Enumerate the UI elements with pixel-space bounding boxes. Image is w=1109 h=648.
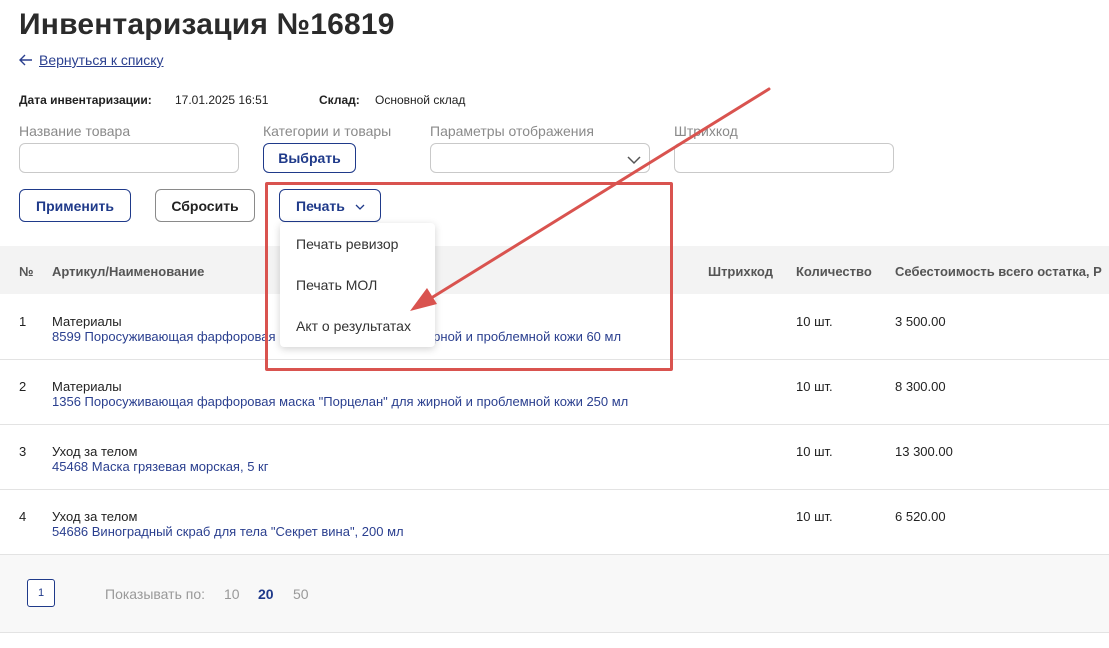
table-header: № Артикул/Наименование Штрихкод Количест… — [0, 246, 1109, 294]
back-link[interactable]: Вернуться к списку — [19, 52, 164, 68]
row-quantity: 10 шт. — [796, 509, 833, 524]
chevron-down-icon — [355, 198, 365, 214]
row-cost: 6 520.00 — [895, 509, 946, 524]
menu-item-print-auditor[interactable]: Печать ревизор — [296, 236, 398, 252]
row-category: Материалы — [52, 379, 122, 394]
reset-button[interactable]: Сбросить — [155, 189, 255, 222]
menu-item-print-mol[interactable]: Печать МОЛ — [296, 277, 377, 293]
per-page-option-50[interactable]: 50 — [293, 586, 309, 602]
barcode-label: Штрихкод — [674, 123, 738, 139]
warehouse-value: Основной склад — [375, 93, 466, 107]
chevron-down-icon — [627, 152, 641, 170]
date-label: Дата инвентаризации: — [19, 93, 152, 107]
apply-button[interactable]: Применить — [19, 189, 131, 222]
row-cost: 3 500.00 — [895, 314, 946, 329]
table-row: 4 Уход за телом 54686 Виноградный скраб … — [0, 490, 1109, 555]
categories-label: Категории и товары — [263, 123, 392, 139]
print-dropdown-menu: Печать ревизор Печать МОЛ Акт о результа… — [280, 223, 435, 347]
row-category: Материалы — [52, 314, 122, 329]
select-categories-button[interactable]: Выбрать — [263, 143, 356, 173]
back-arrow-icon — [19, 54, 33, 66]
warehouse-label: Склад: — [319, 93, 360, 107]
row-product-link[interactable]: 45468 Маска грязевая морская, 5 кг — [52, 459, 268, 474]
per-page-option-10[interactable]: 10 — [224, 586, 240, 602]
print-button-label: Печать — [296, 197, 345, 214]
display-params-label: Параметры отображения — [430, 123, 594, 139]
row-cost: 8 300.00 — [895, 379, 946, 394]
menu-item-results-act[interactable]: Акт о результатах — [296, 318, 411, 334]
display-params-select[interactable] — [430, 143, 650, 173]
row-category: Уход за телом — [52, 509, 138, 524]
row-product-link[interactable]: 1356 Поросуживающая фарфоровая маска "По… — [52, 394, 628, 409]
row-num: 2 — [19, 379, 27, 394]
back-link-label[interactable]: Вернуться к списку — [39, 52, 164, 68]
column-cost[interactable]: Себестоимость всего остатка, Р — [895, 264, 1102, 279]
row-quantity: 10 шт. — [796, 314, 833, 329]
row-category: Уход за телом — [52, 444, 138, 459]
per-page-label: Показывать по: — [105, 586, 206, 602]
date-value: 17.01.2025 16:51 — [175, 93, 269, 107]
column-num: № — [19, 264, 34, 279]
print-button[interactable]: Печать — [279, 189, 381, 222]
column-barcode[interactable]: Штрихкод — [708, 264, 773, 279]
product-name-label: Название товара — [19, 123, 131, 139]
row-num: 1 — [19, 314, 27, 329]
page-button-current[interactable]: 1 — [27, 579, 55, 607]
column-article[interactable]: Артикул/Наименование — [52, 264, 204, 279]
page-title: Инвентаризация №16819 — [19, 8, 395, 41]
row-num: 4 — [19, 509, 27, 524]
row-product-link[interactable]: 54686 Виноградный скраб для тела "Секрет… — [52, 524, 404, 539]
row-quantity: 10 шт. — [796, 379, 833, 394]
row-cost: 13 300.00 — [895, 444, 953, 459]
row-quantity: 10 шт. — [796, 444, 833, 459]
per-page-option-20[interactable]: 20 — [258, 586, 274, 602]
row-num: 3 — [19, 444, 27, 459]
table-row: 3 Уход за телом 45468 Маска грязевая мор… — [0, 425, 1109, 490]
product-name-input[interactable] — [19, 143, 239, 173]
pagination: 1 Показывать по: 10 20 50 — [0, 555, 1109, 633]
column-quantity[interactable]: Количество — [796, 264, 872, 279]
table-row: 1 Материалы 8599 Поросуживающая фарфоров… — [0, 295, 1109, 360]
table-row: 2 Материалы 1356 Поросуживающая фарфоров… — [0, 360, 1109, 425]
barcode-input[interactable] — [674, 143, 894, 173]
